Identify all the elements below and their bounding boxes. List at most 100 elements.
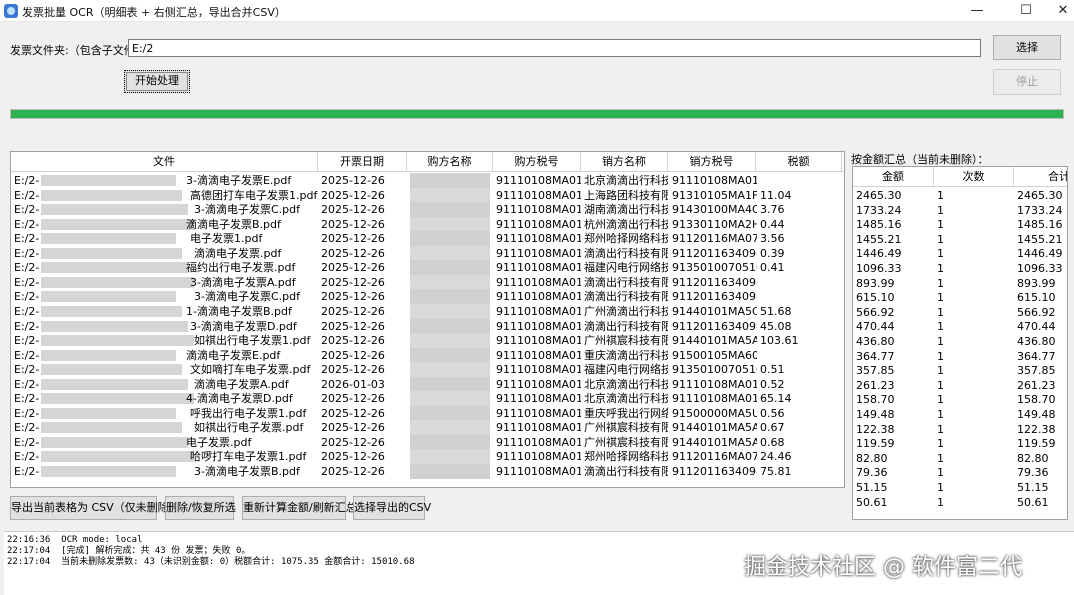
seller-tax-cell: 91310105MA1FW5I (672, 188, 757, 202)
summary-count-cell: 1 (937, 305, 944, 319)
redacted-path-blur (41, 393, 194, 405)
summary-row[interactable]: 615.10 1 615.10 (853, 290, 1067, 305)
summary-row[interactable]: 51.15 1 51.15 (853, 480, 1067, 495)
summary-row[interactable]: 1733.24 1 1733.24 (853, 203, 1067, 218)
stop-button[interactable]: 停止 (993, 69, 1061, 95)
table-row[interactable]: E:/2-3-滴滴电子发票C.pdf2025-12-2691110108MA01… (11, 202, 844, 218)
seller-name-cell: 滴滴出行科技有限公司 (584, 275, 668, 289)
buyer-tax-cell: 91110108MA018G8 (496, 406, 581, 420)
invoice-date-cell: 2025-12-26 (321, 261, 385, 275)
column-header-0[interactable]: 文件 (11, 152, 318, 172)
table-row[interactable]: E:/2-3-滴滴电子发票C.pdf2025-12-2691110108MA01… (11, 289, 844, 305)
seller-name-cell: 广州滴滴出行科技有限 (584, 304, 668, 318)
column-header-1[interactable]: 开票日期 (318, 152, 407, 172)
summary-row[interactable]: 436.80 1 436.80 (853, 334, 1067, 349)
table-row[interactable]: E:/2-滴滴电子发票.pdf2025-12-2691110108MA018G8… (11, 245, 844, 261)
summary-row[interactable]: 79.36 1 79.36 (853, 465, 1067, 480)
close-button[interactable]: ✕ (1043, 0, 1074, 22)
summary-row[interactable]: 1455.21 1 1455.21 (853, 232, 1067, 247)
redacted-path-blur (41, 466, 176, 477)
summary-row[interactable]: 1485.16 1 1485.16 (853, 217, 1067, 232)
table-row[interactable]: E:/2-滴滴电子发票A.pdf2026-01-0391110108MA018G… (11, 376, 844, 392)
summary-header-2[interactable]: 合计 (1014, 167, 1067, 187)
summary-row[interactable]: 119.59 1 119.59 (853, 436, 1067, 451)
table-row[interactable]: E:/2-3-滴滴电子发票E.pdf2025-12-2691110108MA01… (11, 173, 844, 188)
seller-name-cell: 杭州滴滴出行科技有限 (584, 217, 668, 231)
column-header-6[interactable]: 税额 (756, 152, 842, 172)
table-row[interactable]: E:/2-1-滴滴电子发票B.pdf2025-12-2691110108MA01… (11, 303, 844, 319)
select-folder-button[interactable]: 选择 (993, 35, 1061, 60)
redacted-buyer-name (410, 289, 490, 305)
redacted-path-blur (41, 204, 188, 216)
summary-row[interactable]: 149.48 1 149.48 (853, 407, 1067, 422)
table-row[interactable]: E:/2-文如嘀打车电子发票.pdf2025-12-2691110108MA01… (11, 362, 844, 378)
table-row[interactable]: E:/2-4-滴滴电子发票D.pdf2025-12-2691110108MA01… (11, 391, 844, 407)
minimize-button[interactable]: — (957, 0, 997, 22)
summary-row[interactable]: 566.92 1 566.92 (853, 305, 1067, 320)
summary-total-cell: 2465.30 (1017, 189, 1063, 202)
column-header-3[interactable]: 购方税号 (493, 152, 581, 172)
start-processing-button[interactable]: 开始处理 (124, 70, 190, 93)
summary-row[interactable]: 893.99 1 893.99 (853, 276, 1067, 291)
maximize-button[interactable]: ☐ (1006, 0, 1046, 22)
table-row[interactable]: E:/2-3-滴滴电子发票A.pdf2025-12-2691110108MA01… (11, 274, 844, 290)
redacted-path-blur (41, 335, 194, 347)
column-header-2[interactable]: 购方名称 (407, 152, 493, 172)
summary-row[interactable]: 357.85 1 357.85 (853, 363, 1067, 378)
table-row[interactable]: E:/2-哈啰打车电子发票1.pdf2025-12-2691110108MA01… (11, 449, 844, 465)
invoice-table-header: 文件 开票日期 购方名称 购方税号 销方名称 销方税号 税额 (11, 152, 844, 172)
file-name-cell: 3-滴滴电子发票C.pdf (194, 203, 300, 217)
seller-name-cell: 上海路团科技有限公司 (584, 188, 668, 202)
summary-count-cell: 1 (937, 291, 944, 305)
table-row[interactable]: E:/2-滴滴电子发票E.pdf2025-12-2691110108MA018G… (11, 347, 844, 363)
table-row[interactable]: E:/2-电子发票1.pdf2025-12-2691110108MA018G8郑… (11, 231, 844, 247)
table-row[interactable]: E:/2-滴滴电子发票B.pdf2025-12-2691110108MA018G… (11, 216, 844, 232)
summary-table[interactable]: 金额 次数 合计 2465.30 1 2465.30 1733.24 1 1733.24 148… (852, 166, 1068, 520)
table-row[interactable]: E:/2-电子发票.pdf2025-12-2691110108MA018G8广州… (11, 434, 844, 450)
progress-bar (10, 109, 1064, 119)
summary-total-cell: 1455.21 (1017, 232, 1063, 246)
choose-export-csv-button[interactable]: 选择导出的CSV (353, 496, 431, 520)
redacted-path-blur (41, 233, 176, 245)
title-bar: 发票批量 OCR（明细表 + 右侧汇总，导出合并CSV） — ☐ ✕ (0, 0, 1074, 22)
delete-restore-button[interactable]: 删除/恢复所选 (165, 496, 236, 520)
invoice-table[interactable]: 文件 开票日期 购方名称 购方税号 销方名称 销方税号 税额 E:/2- 3-滴滴电子发票E.… (10, 151, 845, 488)
summary-row[interactable]: 122.38 1 122.38 (853, 422, 1067, 437)
redacted-buyer-name (410, 449, 490, 465)
summary-row[interactable]: 364.77 1 364.77 (853, 349, 1067, 364)
summary-row[interactable]: 1446.49 1 1446.49 (853, 246, 1067, 261)
table-row[interactable]: E:/2-3-滴滴电子发票D.pdf2025-12-2691110108MA01… (11, 318, 844, 334)
table-row[interactable]: E:/2-如祺出行电子发票.pdf2025-12-2691110108MA018… (11, 420, 844, 436)
seller-name-cell: 滴滴出行科技有限公司 (584, 319, 668, 333)
table-row[interactable]: E:/2-呼我出行电子发票1.pdf2025-12-2691110108MA01… (11, 405, 844, 421)
redacted-path-blur (41, 262, 188, 274)
summary-row[interactable]: 50.61 1 50.61 (853, 495, 1067, 510)
summary-count-cell: 1 (937, 481, 944, 494)
redacted-path-blur (41, 422, 182, 434)
summary-row[interactable]: 2465.30 1 2465.30 (853, 188, 1067, 203)
summary-row[interactable]: 82.80 1 82.80 (853, 451, 1067, 466)
buyer-tax-cell: 91110108MA018G8 (496, 392, 581, 406)
summary-row[interactable]: 470.44 1 470.44 (853, 319, 1067, 334)
buyer-tax-cell: 91110108MA018G8 (496, 275, 581, 289)
table-row[interactable]: E:/2-如祺出行电子发票1.pdf2025-12-2691110108MA01… (11, 333, 844, 349)
folder-path-input[interactable] (128, 39, 981, 57)
table-row[interactable]: E:/2- 高德团打车电子发票1.pdf 2025-12-26 91110108MA0… (11, 187, 844, 203)
export-csv-button[interactable]: 导出当前表格为 CSV（仅未删除） (10, 496, 180, 520)
summary-amount-cell: 149.48 (856, 408, 895, 421)
recalc-button[interactable]: 重新计算金额/刷新汇总 (242, 496, 357, 520)
table-row[interactable]: E:/2-3-滴滴电子发票B.pdf2025-12-2691110108MA01… (11, 464, 844, 479)
summary-header-1[interactable]: 次数 (934, 167, 1014, 187)
summary-row[interactable]: 1096.33 1 1096.33 (853, 261, 1067, 276)
column-header-5[interactable]: 销方税号 (668, 152, 756, 172)
summary-row[interactable]: 158.70 1 158.70 (853, 392, 1067, 407)
summary-header-0[interactable]: 金额 (853, 167, 934, 187)
summary-count-cell: 1 (937, 276, 944, 290)
tax-amount-cell: 0.39 (760, 246, 785, 260)
table-row[interactable]: E:/2-福约出行电子发票.pdf2025-12-2691110108MA018… (11, 260, 844, 276)
column-header-4[interactable]: 销方名称 (581, 152, 668, 172)
file-name-cell: 如祺出行电子发票1.pdf (194, 334, 311, 348)
summary-amount-cell: 119.59 (856, 437, 895, 451)
summary-row[interactable]: 261.23 1 261.23 (853, 378, 1067, 393)
seller-tax-cell: 91350100705107911 (672, 261, 757, 275)
